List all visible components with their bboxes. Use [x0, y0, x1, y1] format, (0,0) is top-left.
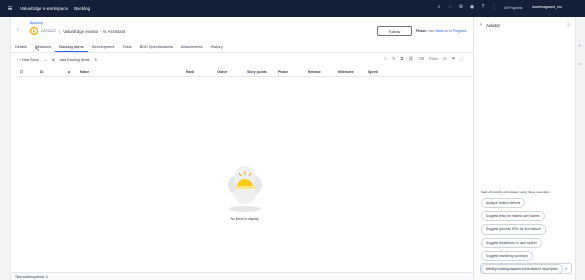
move-phase-link[interactable]: Move to In Progress [436, 29, 466, 33]
tab-history[interactable]: History [207, 41, 227, 52]
new-story-button[interactable]: + New Story [19, 58, 39, 62]
phase-label: Phase: [416, 29, 428, 33]
phase-info: Phase: New Move to In Progress [416, 29, 466, 33]
entity-title-row: F 2233422 | ValueEdge Aviator - AI Assis… [30, 27, 125, 35]
follow-button[interactable]: Follow [377, 26, 412, 36]
copy-icon[interactable]: ⧉ [401, 56, 404, 61]
status-bar: Total matching items: 0 [11, 272, 473, 280]
column-id[interactable]: ID [40, 70, 43, 74]
tab-bdd-specifications[interactable]: BDD Specifications [136, 41, 177, 52]
column-owner[interactable]: Owner [217, 70, 228, 74]
select-all-checkbox[interactable]: ☐ [20, 70, 23, 74]
column-name[interactable]: Name [80, 70, 89, 74]
section-title: Backlog [74, 6, 91, 11]
phase-value[interactable]: New [428, 29, 435, 33]
column-rank[interactable]: Rank [186, 70, 194, 74]
entity-tabs: Details Relations Backlog Items Developm… [11, 41, 473, 53]
column-settings-icon[interactable]: ⚑ [452, 56, 456, 61]
main-pane: ‹ Backlog F 2233422 | ValueEdge Aviator … [11, 17, 473, 280]
panel-intro-text: Start off quickly with Aviator using the… [481, 190, 551, 194]
refresh-icon[interactable]: ↻ [94, 58, 97, 62]
smart-list-icon[interactable]: ∿ [384, 56, 387, 61]
top-icons: ⌕ ◌ ⚙ ◉ ? ⋮ [436, 4, 497, 10]
tab-tests[interactable]: Tests [119, 41, 136, 52]
tab-attachments[interactable]: Attachments [177, 41, 207, 52]
panel-header: ✧ Aviator [479, 22, 500, 28]
suggestion-chip[interactable]: Analyze related defects [481, 198, 526, 209]
mouse-cursor-icon: ↖ [35, 47, 41, 53]
dropdown-chevron-icon[interactable]: ⌄ [44, 58, 47, 62]
table-header: ☐ ID ⌀ Name Rank Owner Story points Phas… [16, 67, 471, 77]
entity-title: ValueEdge Aviator - AI Assistant [62, 28, 126, 34]
column-release[interactable]: Release [308, 70, 321, 74]
suggestion-chip[interactable]: Suggest tests for related user stories [481, 211, 545, 222]
link-icon[interactable]: ⛓ [408, 56, 413, 61]
aviator-side-icon[interactable]: ✧ [578, 43, 581, 48]
program-selector[interactable]: All Programs [504, 6, 522, 10]
notifications-icon[interactable]: ◉ [469, 4, 475, 10]
edit-icon[interactable]: ✎ [392, 56, 395, 61]
feature-badge: F [30, 27, 38, 35]
suggestion-chip[interactable]: Suggest marketing summary [481, 250, 533, 262]
hamburger-menu-icon[interactable]: ≡ [3, 4, 17, 13]
right-side-strip: ✧ ▭ [575, 17, 585, 280]
info-icon[interactable]: ⓘ [567, 22, 571, 28]
breadcrumb[interactable]: Backlog [30, 21, 43, 25]
left-nav-strip [0, 17, 11, 280]
aviator-panel: ✧ Aviator ⓘ Start off quickly with Aviat… [473, 17, 575, 280]
suggestion-chip[interactable]: Suggest success KPIs for this feature [481, 224, 546, 235]
expand-icon[interactable]: ⛶ [460, 56, 463, 61]
add-existing-items-icon: ⊕ [51, 57, 55, 62]
suggestion-chip[interactable]: Suggest breakdown to user stories [481, 237, 542, 248]
grid-toolbar: + New Story ⌄ ⊕ Add Existing Items ↻ ∿ ✎… [11, 54, 473, 65]
add-existing-items-button[interactable]: Add Existing Items [60, 58, 90, 62]
search-icon[interactable]: ⌕ [436, 4, 442, 10]
tab-details[interactable]: Details [11, 41, 31, 52]
delete-icon[interactable]: ⌫ [418, 56, 424, 61]
column-phase[interactable]: Phase [278, 70, 288, 74]
chat-input[interactable]: Write a request or ask a question ➤ [480, 263, 572, 274]
empty-state-illustration [228, 166, 262, 212]
attachment-column-icon: ⌀ [68, 70, 71, 74]
send-icon[interactable]: ➤ [564, 266, 568, 271]
entity-id: 2233422 [41, 29, 56, 33]
filter-button[interactable]: Filter [429, 56, 438, 61]
help-icon[interactable]: ? [480, 4, 486, 10]
tab-development[interactable]: Development [88, 41, 119, 52]
comments-side-icon[interactable]: ▭ [578, 61, 582, 66]
top-bar: ≡ ValueEdge s-workspace Backlog ⌕ ◌ ⚙ ◉ ?… [0, 0, 585, 17]
aviator-icon: ✧ [479, 22, 483, 27]
column-milestone[interactable]: Milestone [338, 70, 354, 74]
group-by-icon[interactable]: ☷ [443, 56, 447, 61]
tab-backlog-items[interactable]: Backlog Items [55, 41, 88, 52]
user-name: lowetmagsand_ms [532, 5, 562, 9]
column-sprint[interactable]: Sprint [368, 70, 378, 74]
title-separator: | [58, 28, 60, 34]
panel-title: Aviator [485, 22, 501, 28]
column-story-points[interactable]: Story points [247, 70, 267, 74]
chat-icon[interactable]: ◌ [447, 4, 453, 10]
app-title: ValueEdge s-workspace Backlog [20, 6, 91, 11]
apps-icon[interactable]: ⋮ [491, 4, 497, 10]
user-menu[interactable]: lowetmagsand_ms [532, 5, 562, 9]
toolbar-right-icons: ∿ ✎ ⧉ ⛓ ⌫ Filter ☷ ⚑ ⛶ [384, 56, 463, 61]
chat-input-placeholder: Write a request or ask a question [485, 267, 534, 271]
settings-icon[interactable]: ⚙ [458, 4, 464, 10]
back-arrow-icon[interactable]: ‹ [17, 27, 19, 33]
empty-state-message: No items to display [230, 217, 259, 221]
